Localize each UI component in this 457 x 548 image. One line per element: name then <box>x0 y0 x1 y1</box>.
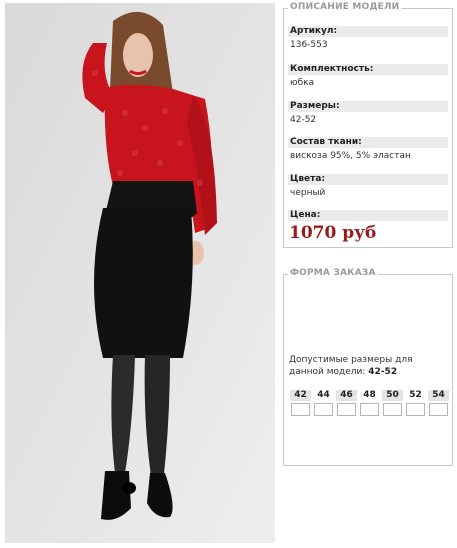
size-header: 50 <box>382 390 403 401</box>
size-column: 46 <box>336 390 357 416</box>
allowed-sizes-line1: Допустимые размеры для <box>289 355 413 365</box>
model-description-panel: ОПИСАНИЕ МОДЕЛИ Артикул: 136-553 Комплек… <box>283 2 453 248</box>
description-legend: ОПИСАНИЕ МОДЕЛИ <box>288 2 402 12</box>
allowed-sizes-line2: данной модели: <box>289 367 366 377</box>
completeness-value: юбка <box>290 78 315 88</box>
size-quantity-input[interactable] <box>406 403 425 416</box>
size-header: 46 <box>336 390 357 401</box>
size-quantity-input[interactable] <box>383 403 402 416</box>
size-quantity-grid: 42 44 46 48 50 52 54 <box>290 390 449 416</box>
order-legend: ФОРМА ЗАКАЗА <box>288 268 378 278</box>
allowed-sizes-range: 42-52 <box>368 367 398 377</box>
size-quantity-input[interactable] <box>314 403 333 416</box>
colors-value: черный <box>290 188 326 198</box>
size-header: 54 <box>428 390 449 401</box>
size-column: 48 <box>359 390 380 416</box>
allowed-sizes-text: Допустимые размеры для данной модели: 42… <box>289 354 449 378</box>
size-header: 44 <box>317 390 330 400</box>
size-column: 50 <box>382 390 403 416</box>
sizes-label: Размеры: <box>288 101 448 112</box>
price-value: 1070 руб <box>289 223 377 243</box>
size-column: 42 <box>290 390 311 416</box>
size-header: 42 <box>290 390 311 401</box>
size-quantity-input[interactable] <box>429 403 448 416</box>
size-column: 44 <box>313 390 334 416</box>
article-value: 136-553 <box>290 40 328 50</box>
size-quantity-input[interactable] <box>291 403 310 416</box>
order-form-panel: ФОРМА ЗАКАЗА Допустимые размеры для данн… <box>283 268 453 466</box>
size-quantity-input[interactable] <box>337 403 356 416</box>
size-header: 52 <box>409 390 422 400</box>
size-column: 54 <box>428 390 449 416</box>
fabric-value: вискоза 95%, 5% эластан <box>290 151 411 161</box>
price-label: Цена: <box>288 210 448 221</box>
size-header: 48 <box>363 390 376 400</box>
completeness-label: Комплектность: <box>288 64 448 75</box>
fabric-label: Состав ткани: <box>288 137 448 148</box>
product-photo <box>5 3 275 543</box>
sizes-value: 42-52 <box>290 115 317 125</box>
article-label: Артикул: <box>288 26 448 37</box>
size-column: 52 <box>405 390 426 416</box>
size-quantity-input[interactable] <box>360 403 379 416</box>
colors-label: Цвета: <box>288 174 448 185</box>
